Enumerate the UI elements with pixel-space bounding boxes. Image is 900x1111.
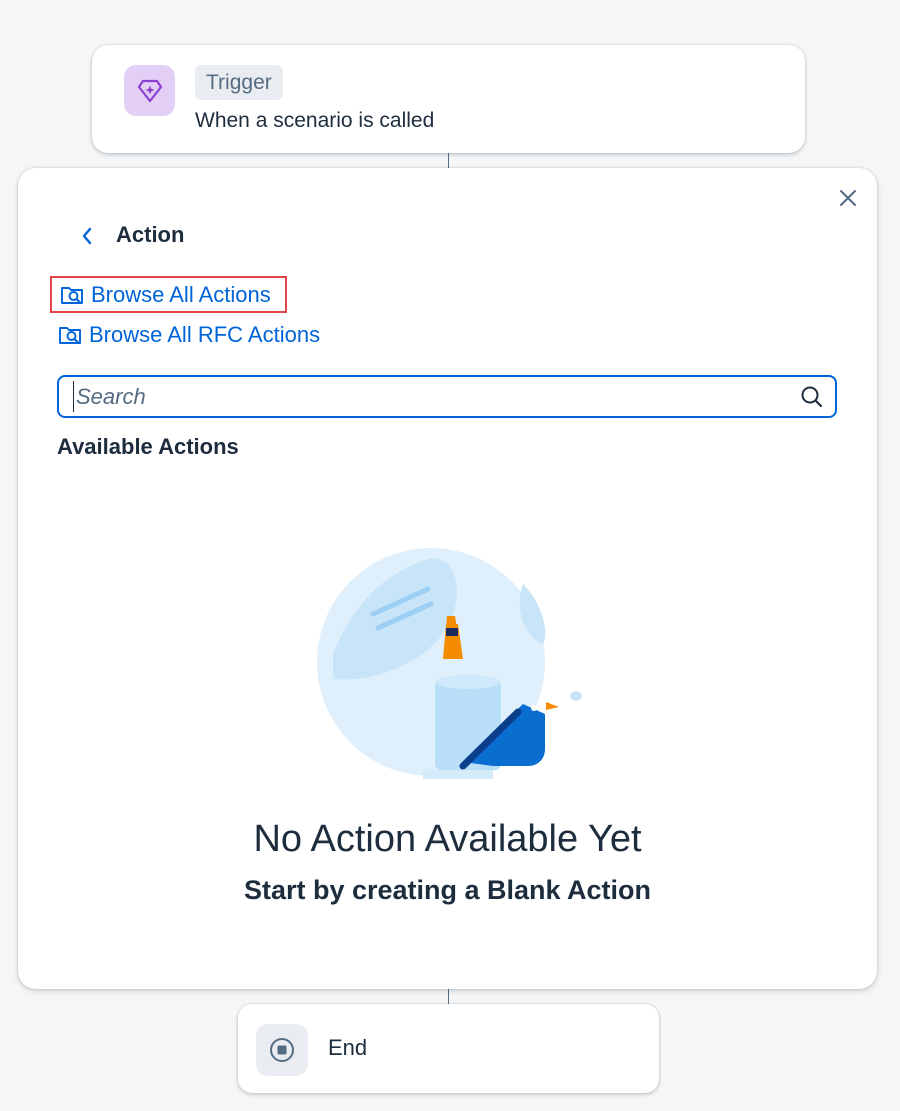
browse-all-actions-link[interactable]: Browse All Actions <box>50 276 287 313</box>
stop-circle-icon <box>256 1024 308 1076</box>
empty-state-title: No Action Available Yet <box>253 818 642 860</box>
browse-all-rfc-actions-link[interactable]: Browse All RFC Actions <box>50 316 328 353</box>
browse-all-actions-label: Browse All Actions <box>91 281 271 307</box>
browse-folder-search-icon <box>60 283 86 307</box>
empty-state-bird-illustration <box>317 548 582 779</box>
action-panel: Action Browse All Actions Browse All RFC <box>18 168 877 989</box>
trigger-card[interactable]: Trigger When a scenario is called <box>92 45 805 153</box>
panel-title: Action <box>116 222 185 247</box>
trigger-tag: Trigger <box>195 65 283 100</box>
browse-all-rfc-actions-label: Browse All RFC Actions <box>89 321 321 347</box>
back-button[interactable] <box>76 223 98 249</box>
available-actions-heading: Available Actions <box>57 434 239 459</box>
close-button[interactable] <box>834 184 862 212</box>
trigger-description: When a scenario is called <box>195 109 435 132</box>
search-icon[interactable] <box>799 384 825 410</box>
connector-line <box>448 153 449 168</box>
chevron-left-icon <box>82 227 92 245</box>
connector-line <box>448 989 449 1004</box>
browse-folder-search-icon <box>58 323 84 347</box>
close-icon <box>840 190 856 206</box>
end-label: End <box>328 1035 368 1060</box>
flow-canvas: Trigger When a scenario is called Action <box>0 0 900 1111</box>
search-field <box>57 375 837 418</box>
end-card[interactable]: End <box>238 1004 659 1093</box>
empty-state-subtitle: Start by creating a Blank Action <box>243 875 652 905</box>
diamond-sparkle-icon <box>124 65 175 116</box>
search-input[interactable] <box>73 381 773 412</box>
